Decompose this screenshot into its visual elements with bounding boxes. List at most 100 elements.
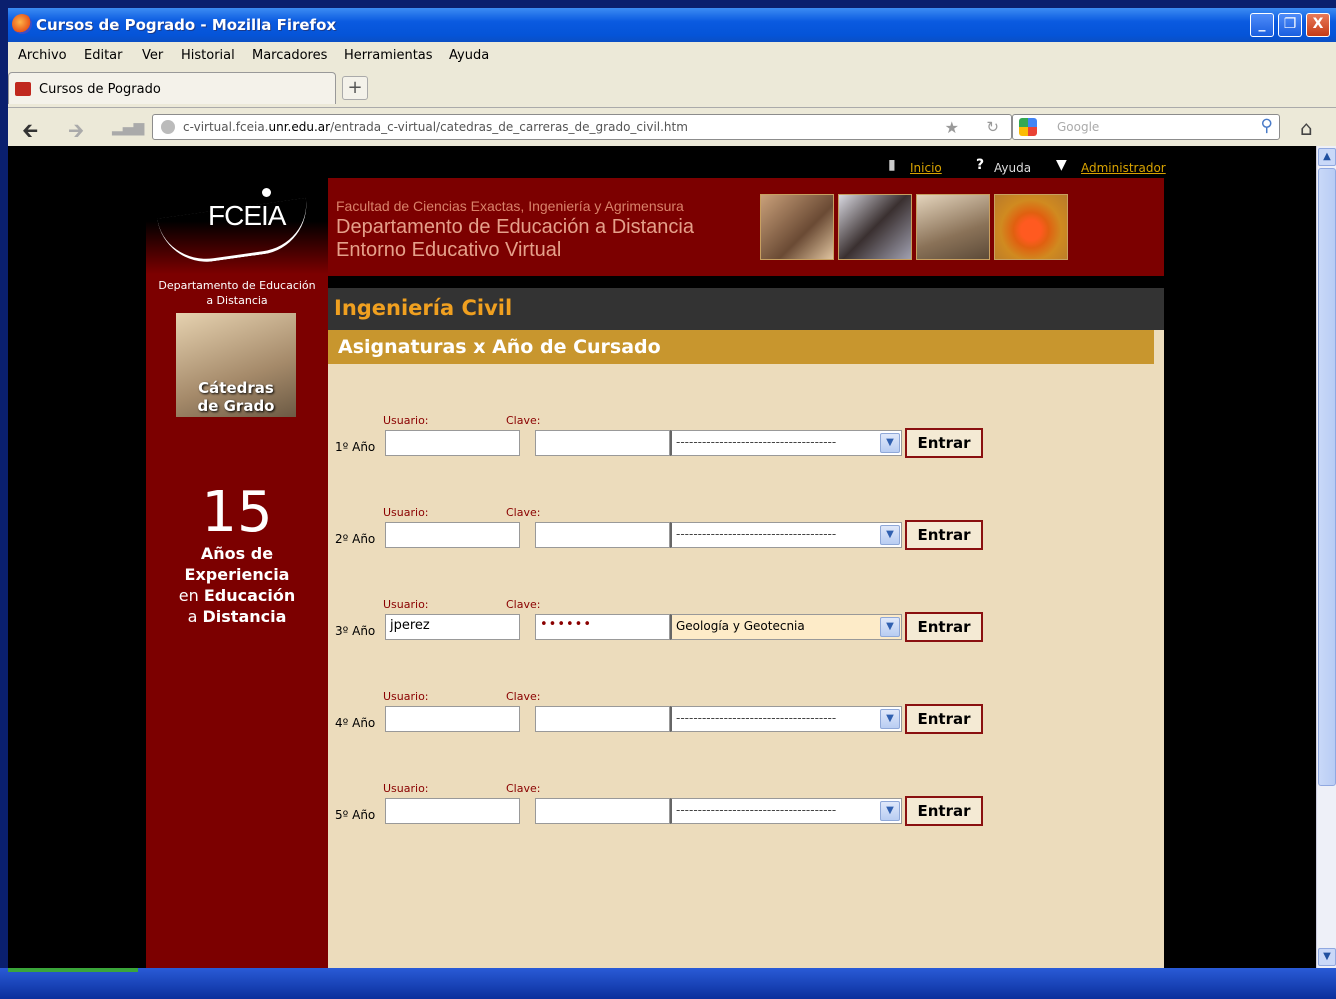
page-header: Facultad de Ciencias Exactas, Ingeniería…	[328, 178, 1164, 276]
url-text: c-virtual.fceia.unr.edu.ar/entrada_c-vir…	[183, 120, 688, 134]
help-question-icon: ?	[976, 157, 985, 173]
catedras-de-grado-image[interactable]: Cátedras de Grado	[176, 313, 296, 417]
year-row-2: Usuario: Clave: 2º Año -----------------…	[328, 506, 1164, 566]
sidebar: FCEIA Departamento de Educación a Distan…	[146, 178, 328, 968]
usuario-input[interactable]	[385, 706, 520, 732]
firefox-icon	[12, 14, 32, 34]
chevron-down-icon[interactable]: ▼	[880, 433, 900, 453]
page-viewport: ▮ Inicio ? Ayuda ▼ Administrador FCEIA D…	[8, 146, 1336, 968]
search-icon[interactable]: ⚲	[1261, 116, 1273, 136]
chevron-down-icon[interactable]: ▼	[880, 709, 900, 729]
window-title: Cursos de Pogrado - Mozilla Firefox	[36, 16, 337, 34]
chevron-down-icon[interactable]: ▼	[880, 617, 900, 637]
scroll-down-icon[interactable]: ▼	[1318, 948, 1336, 966]
minimize-button[interactable]: _	[1250, 13, 1274, 37]
usuario-label: Usuario:	[383, 414, 429, 427]
usuario-input[interactable]	[385, 798, 520, 824]
entrar-button[interactable]: Entrar	[905, 704, 983, 734]
menu-archivo[interactable]: Archivo	[18, 48, 67, 63]
asignatura-select[interactable]: ------------------------------------- ▼	[670, 522, 902, 548]
entrar-button[interactable]: Entrar	[905, 796, 983, 826]
usuario-input[interactable]	[385, 430, 520, 456]
header-photo-sunset	[994, 194, 1068, 260]
menu-historial[interactable]: Historial	[181, 48, 235, 63]
asignatura-select[interactable]: Geología y Geotecnia ▼	[670, 614, 902, 640]
menu-editar[interactable]: Editar	[84, 48, 123, 63]
years-line1: Años de	[200, 544, 274, 563]
asignatura-select[interactable]: ------------------------------------- ▼	[670, 706, 902, 732]
year-label: 3º Año	[335, 624, 376, 638]
catedras-text-1: Cátedras	[198, 379, 274, 397]
clave-input[interactable]	[535, 522, 670, 548]
navigation-toolbar: 🡰 🡲 ▂▄▆ c-virtual.fceia.unr.edu.ar/entra…	[8, 108, 1336, 146]
google-engine-icon[interactable]	[1019, 118, 1037, 136]
admin-icon: ▼	[1056, 157, 1067, 173]
year-label: 2º Año	[335, 532, 376, 546]
asignatura-select[interactable]: ------------------------------------- ▼	[670, 430, 902, 456]
year-label: 4º Año	[335, 716, 376, 730]
inicio-icon: ▮	[888, 157, 896, 173]
administrador-link[interactable]: Administrador	[1081, 161, 1166, 175]
scroll-thumb[interactable]	[1318, 168, 1336, 786]
back-arrow-icon[interactable]: 🡰	[22, 116, 38, 150]
title-bar[interactable]: Cursos de Pogrado - Mozilla Firefox _ ❐ …	[8, 8, 1336, 42]
search-placeholder: Google	[1057, 120, 1100, 134]
years-experience: 15 Años de Experiencia en Educación a Di…	[146, 483, 328, 627]
clave-input[interactable]	[535, 798, 670, 824]
year-row-5: Usuario: Clave: 5º Año -----------------…	[328, 782, 1164, 842]
browser-window: Cursos de Pogrado - Mozilla Firefox _ ❐ …	[8, 8, 1336, 968]
select-value: -------------------------------------	[676, 803, 837, 817]
inicio-link[interactable]: Inicio	[910, 161, 942, 175]
close-button[interactable]: X	[1306, 13, 1330, 37]
clave-input[interactable]	[535, 430, 670, 456]
clave-input[interactable]: ••••••	[535, 614, 670, 640]
clave-label: Clave:	[506, 782, 541, 795]
entrar-button[interactable]: Entrar	[905, 520, 983, 550]
tab-bar: Cursos de Pogrado +	[8, 68, 1336, 108]
usuario-label: Usuario:	[383, 782, 429, 795]
ayuda-link[interactable]: Ayuda	[994, 161, 1031, 175]
entrar-button[interactable]: Entrar	[905, 428, 983, 458]
year-row-4: Usuario: Clave: 4º Año -----------------…	[328, 690, 1164, 750]
bookmark-star-icon[interactable]: ★	[945, 118, 959, 137]
subtitle: Asignaturas x Año de Cursado	[338, 336, 661, 358]
new-tab-button[interactable]: +	[342, 76, 368, 100]
menu-herramientas[interactable]: Herramientas	[344, 48, 433, 63]
entrar-button[interactable]: Entrar	[905, 612, 983, 642]
menu-marcadores[interactable]: Marcadores	[252, 48, 327, 63]
reload-icon[interactable]: ↻	[986, 118, 999, 136]
years-line4: a Distancia	[187, 607, 287, 626]
fceia-logo: FCEIA	[146, 178, 328, 274]
header-department: Departamento de Educación a Distancia	[336, 216, 694, 238]
clave-input[interactable]	[535, 706, 670, 732]
usuario-input[interactable]	[385, 522, 520, 548]
url-bar[interactable]: c-virtual.fceia.unr.edu.ar/entrada_c-vir…	[152, 114, 1012, 140]
menu-ver[interactable]: Ver	[142, 48, 163, 63]
years-number: 15	[201, 480, 273, 545]
maximize-button[interactable]: ❐	[1278, 13, 1302, 37]
usuario-label: Usuario:	[383, 690, 429, 703]
scroll-up-icon[interactable]: ▲	[1318, 148, 1336, 166]
header-photo-woman	[760, 194, 834, 260]
years-line3: en Educación	[178, 586, 296, 605]
clave-label: Clave:	[506, 414, 541, 427]
vertical-scrollbar[interactable]: ▲ ▼	[1316, 146, 1336, 968]
logo-dot	[262, 188, 271, 197]
home-icon[interactable]: ⌂	[1300, 116, 1313, 140]
select-value: -------------------------------------	[676, 527, 837, 541]
chevron-down-icon[interactable]: ▼	[880, 801, 900, 821]
search-bar[interactable]: Google ⚲	[1012, 114, 1280, 140]
chevron-down-icon[interactable]: ▼	[880, 525, 900, 545]
tab-cursos-de-pogrado[interactable]: Cursos de Pogrado	[8, 72, 336, 104]
years-line2: Experiencia	[184, 565, 290, 584]
menu-bar: Archivo Editar Ver Historial Marcadores …	[8, 42, 1336, 68]
forward-arrow-icon[interactable]: 🡲	[68, 116, 84, 150]
year-row-1: Usuario: Clave: 1º Año -----------------…	[328, 414, 1164, 474]
os-taskbar	[0, 968, 1336, 999]
asignatura-select[interactable]: ------------------------------------- ▼	[670, 798, 902, 824]
menu-ayuda[interactable]: Ayuda	[449, 48, 489, 63]
taskbar-start-edge	[8, 968, 138, 972]
clave-label: Clave:	[506, 598, 541, 611]
page-title-bar: Ingeniería Civil	[328, 288, 1164, 330]
usuario-input[interactable]: jperez	[385, 614, 520, 640]
